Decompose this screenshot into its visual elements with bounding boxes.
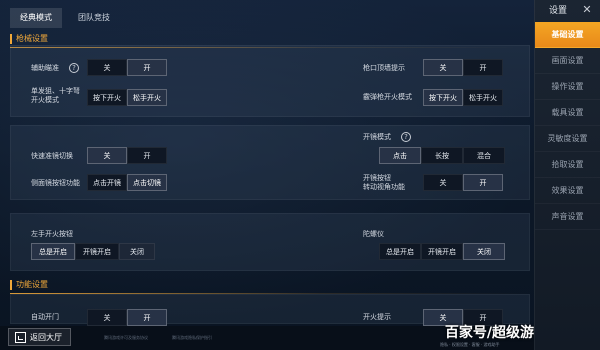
scope-mode-label: 开镜模式 [363,133,391,141]
sidebar-item-controls[interactable]: 操作设置 [535,74,600,100]
sidebar-item-graphics[interactable]: 画面设置 [535,48,600,74]
gyro-always[interactable]: 总是开启 [379,243,421,260]
left-fire-scope[interactable]: 开镜开启 [75,243,119,260]
gyro-label: 陀螺仪 [363,230,384,238]
side-scope-label: 侧面镜按钮功能 [31,179,80,187]
tab-classic-mode[interactable]: 经典模式 [10,8,62,28]
sidebar-item-sensitivity[interactable]: 灵敏度设置 [535,126,600,152]
assist-aim-toggle: 关 开 [87,59,167,76]
scope-turn-toggle: 关 开 [423,174,503,191]
quick-scope-on[interactable]: 开 [127,147,167,164]
mode-tabs: 经典模式 团队竞技 [10,8,126,28]
left-fire-mode: 总是开启 开镜开启 关闭 [31,243,155,260]
settings-sidebar: 设置 ✕ 基础设置 画面设置 操作设置 载具设置 灵敏度设置 拾取设置 效果设置… [534,0,600,350]
scope-mode-mixed[interactable]: 混合 [463,147,505,164]
back-to-lobby-label: 返回大厅 [30,332,62,342]
sidebar-item-sound[interactable]: 声音设置 [535,204,600,230]
panel-scope-settings: 开镜模式 ? 点击 长按 混合 快速准镜切换 关 开 侧面镜按钮功能 点击开镜 … [10,125,530,200]
left-fire-always[interactable]: 总是开启 [31,243,75,260]
panel-function-settings: 自动开门 关 开 开火提示 关 开 [10,294,530,326]
scope-turn-label-2: 转动视角功能 [363,183,405,191]
shotgun-fire-press[interactable]: 按下开火 [423,89,463,106]
panel-fire-settings: 辅助瞄准 ? 关 开 枪口顶墙提示 关 开 单发狙、十字弩 开火模式 按下开火 … [10,45,530,117]
settings-content: 枪械设置 辅助瞄准 ? 关 开 枪口顶墙提示 关 开 单发狙、十字弩 开火模式 … [0,28,534,350]
sidebar-item-effects[interactable]: 效果设置 [535,178,600,204]
scope-mode-tap[interactable]: 点击 [379,147,421,164]
quick-scope-label: 快速准镜切换 [31,152,73,160]
sidebar-item-pickup[interactable]: 拾取设置 [535,152,600,178]
help-icon[interactable]: ? [69,63,79,73]
func-left-toggle: 关 开 [87,309,167,326]
gyro-mode: 总是开启 开镜开启 关闭 [379,243,505,260]
single-fire-press[interactable]: 按下开火 [87,89,127,106]
exit-icon [15,331,26,343]
shotgun-fire-mode: 按下开火 松手开火 [423,89,503,106]
muzzle-hint-label: 枪口顶墙提示 [363,64,405,72]
section-title-gun: 枪械设置 [10,32,48,46]
footer-links: 隐私 · 权限设置 · 客服 · 游戏助手 [440,342,500,347]
left-fire-label: 左手开火按钮 [31,230,73,238]
muzzle-hint-toggle: 关 开 [423,59,503,76]
func-left-off[interactable]: 关 [87,309,127,326]
sidebar-item-vehicle[interactable]: 载具设置 [535,100,600,126]
back-to-lobby-button[interactable]: 返回大厅 [8,328,71,346]
side-scope-mode: 点击开镜 点击切镜 [87,174,167,191]
help-icon[interactable]: ? [401,132,411,142]
assist-aim-on[interactable]: 开 [127,59,167,76]
privacy-link[interactable]: 腾讯游戏隐私保护指引 [172,335,212,341]
single-fire-label-2: 开火模式 [31,96,59,104]
single-fire-label-1: 单发狙、十字弩 [31,87,80,95]
assist-aim-off[interactable]: 关 [87,59,127,76]
single-fire-release[interactable]: 松手开火 [127,89,167,106]
side-scope-open[interactable]: 点击开镜 [87,174,127,191]
panel-misc-fire: 左手开火按钮 总是开启 开镜开启 关闭 陀螺仪 总是开启 开镜开启 关闭 [10,213,530,271]
func-right-label: 开火提示 [363,313,391,321]
sidebar-item-basic[interactable]: 基础设置 [535,22,600,48]
func-left-on[interactable]: 开 [127,309,167,326]
scope-turn-label-1: 开镜按钮 [363,174,391,182]
single-fire-mode: 按下开火 松手开火 [87,89,167,106]
quick-scope-off[interactable]: 关 [87,147,127,164]
scope-turn-on[interactable]: 开 [463,174,503,191]
settings-screen: 经典模式 团队竞技 枪械设置 辅助瞄准 ? 关 开 枪口顶墙提示 关 开 单发狙… [0,0,600,350]
shotgun-fire-label: 霰弹枪开火模式 [363,93,412,101]
scope-mode-select: 点击 长按 混合 [379,147,505,164]
left-fire-off[interactable]: 关闭 [119,243,155,260]
muzzle-hint-off[interactable]: 关 [423,59,463,76]
assist-aim-label: 辅助瞄准 [31,64,59,72]
side-scope-switch[interactable]: 点击切镜 [127,174,167,191]
close-icon[interactable]: ✕ [580,3,594,17]
gyro-scope[interactable]: 开镜开启 [421,243,463,260]
license-link[interactable]: 腾讯游戏许可及服务协议 [104,335,148,341]
func-left-label: 自动开门 [31,313,59,321]
quick-scope-toggle: 关 开 [87,147,167,164]
scope-mode-hold[interactable]: 长按 [421,147,463,164]
section-title-function: 功能设置 [10,278,48,292]
tab-team-deathmatch[interactable]: 团队竞技 [68,8,120,28]
scope-turn-off[interactable]: 关 [423,174,463,191]
gyro-off[interactable]: 关闭 [463,243,505,260]
shotgun-fire-release[interactable]: 松手开火 [463,89,503,106]
muzzle-hint-on[interactable]: 开 [463,59,503,76]
